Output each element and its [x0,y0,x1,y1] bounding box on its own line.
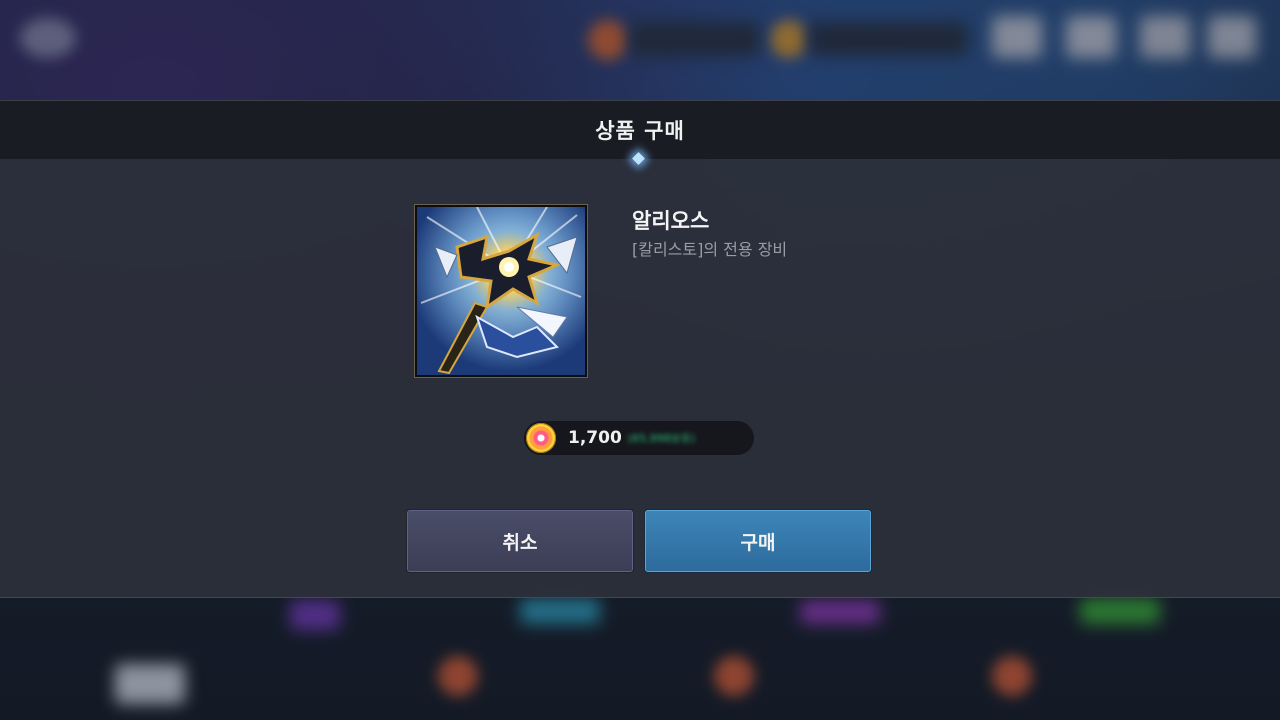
buy-button-label: 구매 [740,531,776,554]
purchase-dialog: 상품 구매 알리오스 [칼리스토]의 전용 장비 1,700 (65,998보유… [0,100,1280,598]
weapon-icon [417,207,585,375]
item-image [414,204,588,378]
price-value: 1,700 [568,428,622,448]
item-description: [칼리스토]의 전용 장비 [632,240,788,259]
dialog-header: 상품 구매 [0,101,1280,159]
item-name: 알리오스 [632,209,710,233]
dialog-title: 상품 구매 [595,119,685,143]
currency-balance: (65,998보유) [627,432,696,445]
gem-currency-icon [526,423,556,453]
price-display: 1,700 (65,998보유) [524,421,754,455]
buy-button[interactable]: 구매 [645,510,871,572]
cancel-button[interactable]: 취소 [407,510,633,572]
cancel-button-label: 취소 [502,531,538,554]
